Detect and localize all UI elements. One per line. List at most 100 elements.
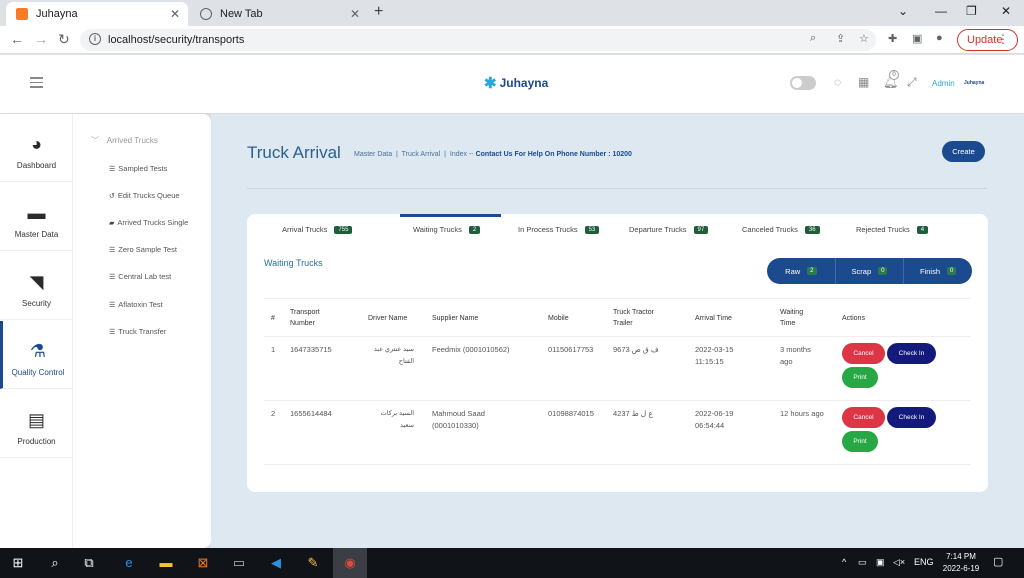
tab-rejected-trucks[interactable]: Rejected Trucks 4 xyxy=(856,225,929,234)
update-button[interactable]: Update ⋮ xyxy=(957,29,1018,51)
language-indicator[interactable]: ENG xyxy=(914,557,934,567)
forward-arrow-icon[interactable]: → xyxy=(34,31,48,47)
list-icon: ☰ xyxy=(109,247,116,254)
fullscreen-icon[interactable]: ⤢ xyxy=(907,75,917,90)
cell-transport-number: 1647335715 xyxy=(290,345,332,354)
internet-explorer-icon[interactable]: e xyxy=(120,554,138,572)
create-button[interactable]: Create xyxy=(942,141,985,162)
page-title: Truck Arrival xyxy=(247,143,341,162)
python-idle-icon[interactable]: ✎ xyxy=(304,554,322,572)
file-explorer-icon[interactable]: ▬ xyxy=(157,554,175,572)
system-clock[interactable]: 7:14 PM 2022-6-19 xyxy=(936,551,986,575)
terminal-icon[interactable]: ▭ xyxy=(230,554,248,572)
sidebar-item-security[interactable]: ◥ Security xyxy=(0,252,73,320)
cell-mobile: 01098874015 xyxy=(548,409,594,418)
notification-center-icon[interactable]: ▢ xyxy=(993,555,1003,568)
xampp-icon[interactable]: ⊠ xyxy=(194,554,212,572)
tab-search-chevron-icon[interactable]: ⌄ xyxy=(898,4,908,18)
tab-departure-trucks[interactable]: Departure Trucks 97 xyxy=(629,225,709,234)
check-in-button[interactable]: Check In xyxy=(887,343,936,364)
sidebar-item-dashboard[interactable]: ◕ Dashboard xyxy=(0,114,73,182)
bookmark-star-icon[interactable]: ☆ xyxy=(859,32,869,45)
browser-tab-juhayna[interactable]: Juhayna ✕ xyxy=(6,2,188,26)
list-icon: ☰ xyxy=(109,329,116,336)
breadcrumb-truck-arrival[interactable]: Truck Arrival xyxy=(402,151,441,158)
user-name[interactable]: Admin xyxy=(932,79,955,88)
submenu-header[interactable]: ﹀ Arrived Trucks xyxy=(91,135,158,146)
submenu-item-arrived-trucks-single[interactable]: ▰ Arrived Trucks Single xyxy=(109,218,188,227)
chrome-icon[interactable]: ◉ xyxy=(341,554,359,572)
minimize-icon[interactable]: — xyxy=(935,4,947,18)
check-in-button[interactable]: Check In xyxy=(887,407,936,428)
submenu-item-truck-transfer[interactable]: ☰ Truck Transfer xyxy=(109,327,166,336)
profile-avatar-icon[interactable]: ● xyxy=(936,32,943,44)
site-info-icon[interactable]: i xyxy=(89,33,101,45)
col-header-actions: Actions xyxy=(842,315,865,322)
restore-icon[interactable]: ❐ xyxy=(966,4,977,18)
close-tab-icon[interactable]: ✕ xyxy=(350,7,360,21)
windows-start-icon[interactable]: ⊞ xyxy=(9,554,27,572)
tab-waiting-trucks[interactable]: Waiting Trucks 2 xyxy=(413,225,481,234)
theme-toggle[interactable] xyxy=(790,76,816,90)
side-panel-icon[interactable]: ▣ xyxy=(912,32,922,45)
back-arrow-icon[interactable]: ← xyxy=(10,31,24,47)
filter-count-badge: 0 xyxy=(947,267,957,275)
submenu-item-sampled-tests[interactable]: ☰ Sampled Tests xyxy=(109,164,167,173)
submenu-item-central-lab-test[interactable]: ☰ Central Lab test xyxy=(109,272,171,281)
search-icon[interactable]: ⌕ xyxy=(46,554,64,572)
cancel-button[interactable]: Cancel xyxy=(842,343,885,364)
submenu-header-label: Arrived Trucks xyxy=(106,136,158,145)
col-header-index: # xyxy=(271,315,275,322)
new-tab-icon[interactable]: + xyxy=(374,3,383,21)
chat-icon[interactable]: ◌ xyxy=(834,75,841,89)
submenu-item-aflatoxin-test[interactable]: ☰ Aflatoxin Test xyxy=(109,300,163,309)
filter-raw[interactable]: Raw 2 xyxy=(767,258,836,284)
battery-icon[interactable]: ▣ xyxy=(876,557,885,568)
folder-icon: ▬ xyxy=(27,203,46,223)
print-button[interactable]: Print xyxy=(842,367,878,388)
network-icon[interactable]: ▭ xyxy=(858,557,867,568)
breadcrumb-index: Index -- xyxy=(449,151,474,158)
conveyor-icon: ▤ xyxy=(27,410,45,430)
url-input[interactable]: i localhost/security/transports xyxy=(80,29,876,51)
user-avatar-logo[interactable]: Juhayna xyxy=(964,80,984,86)
apps-grid-icon[interactable]: ▦ xyxy=(858,75,869,89)
tab-in-process-trucks[interactable]: In Process Trucks 53 xyxy=(518,225,600,234)
share-icon[interactable]: ⇪ xyxy=(836,32,845,45)
logo-text: Juhayna xyxy=(499,76,549,90)
reload-icon[interactable]: ↻ xyxy=(58,31,70,48)
tab-label: Waiting Trucks xyxy=(413,225,462,234)
submenu-item-zero-sample-test[interactable]: ☰ Zero Sample Test xyxy=(109,245,177,254)
submenu-item-edit-trucks-queue[interactable]: ↺ Edit Trucks Queue xyxy=(109,191,180,200)
sidebar-item-production[interactable]: ▤ Production xyxy=(0,390,73,458)
print-button[interactable]: Print xyxy=(842,431,878,452)
volume-muted-icon[interactable]: ◁× xyxy=(893,557,905,568)
extensions-puzzle-icon[interactable]: ✚ xyxy=(888,32,897,45)
tab-arrival-trucks[interactable]: Arrival Trucks 755 xyxy=(282,225,353,234)
close-tab-icon[interactable]: ✕ xyxy=(170,7,180,21)
task-view-icon[interactable]: ⧉ xyxy=(80,554,98,572)
more-menu-icon[interactable]: ⋮ xyxy=(997,32,1009,46)
tab-title: Juhayna xyxy=(36,8,78,20)
cell-trailer: ف ق ص 9673 xyxy=(613,345,659,354)
history-icon: ↺ xyxy=(109,193,115,200)
breadcrumb-master-data[interactable]: Master Data xyxy=(354,151,392,158)
filter-scrap[interactable]: Scrap 0 xyxy=(836,258,905,284)
tab-canceled-trucks[interactable]: Canceled Trucks 36 xyxy=(742,225,820,234)
active-tab-indicator xyxy=(400,214,501,217)
zoom-icon[interactable]: ⌕ xyxy=(810,32,816,45)
tray-chevron-up-icon[interactable]: ^ xyxy=(842,557,846,567)
tab-count-badge: 2 xyxy=(468,225,481,234)
tab-label: Rejected Trucks xyxy=(856,225,910,234)
cancel-button[interactable]: Cancel xyxy=(842,407,885,428)
menu-toggle-icon[interactable] xyxy=(30,77,43,91)
clock-time: 7:14 PM xyxy=(946,552,976,561)
filter-finish[interactable]: Finish 0 xyxy=(904,258,972,284)
cell-trailer: ع ل ط 4237 xyxy=(613,409,653,418)
vscode-icon[interactable]: ◀ xyxy=(267,554,285,572)
cctv-camera-icon: ◥ xyxy=(29,272,44,292)
sidebar-item-quality-control[interactable]: ⚗ Quality Control xyxy=(0,321,73,389)
sidebar-item-master-data[interactable]: ▬ Master Data xyxy=(0,183,73,251)
browser-tab-newtab[interactable]: New Tab ✕ xyxy=(190,2,368,26)
close-window-icon[interactable]: ✕ xyxy=(1001,4,1011,18)
